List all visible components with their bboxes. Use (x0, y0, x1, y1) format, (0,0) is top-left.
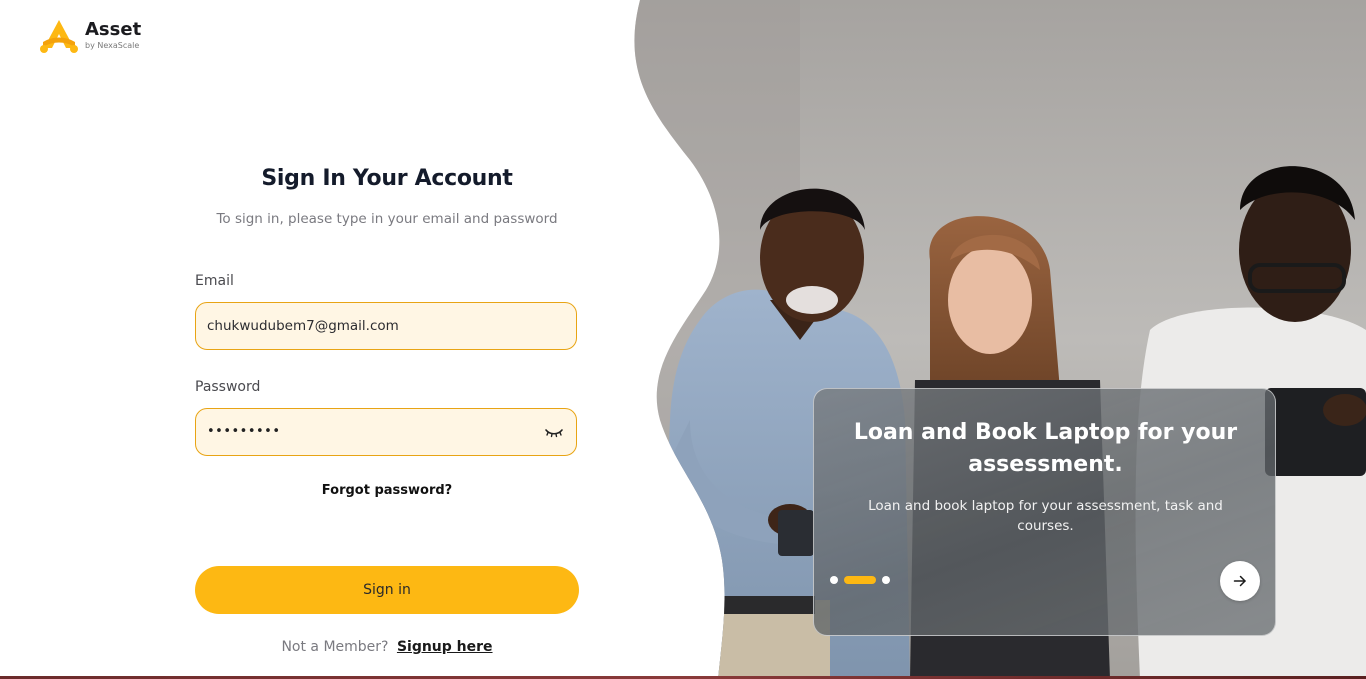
signup-prompt: Not a Member? Signup here (195, 639, 579, 655)
member-prompt-text: Not a Member? (281, 639, 389, 655)
logo-icon (40, 20, 78, 53)
carousel-dot-1[interactable] (830, 576, 838, 584)
arrow-right-icon (1233, 575, 1246, 587)
carousel-dot-3[interactable] (882, 576, 890, 584)
eye-closed-icon[interactable] (544, 424, 564, 440)
promo-description: Loan and book laptop for your assessment… (868, 498, 1223, 534)
sign-in-page: Asset by NexaScale Sign In Your Account … (0, 0, 1366, 679)
promo-title: Loan and Book Laptop for your assessment… (853, 420, 1238, 477)
email-label: Email (195, 273, 234, 289)
brand-name: Asset (85, 19, 142, 40)
carousel-indicators (830, 576, 890, 584)
carousel-dot-2[interactable] (844, 576, 876, 584)
carousel-next-button[interactable] (1220, 561, 1260, 601)
page-subtitle: To sign in, please type in your email an… (216, 211, 558, 227)
forgot-password-link[interactable]: Forgot password? (195, 483, 579, 498)
password-label: Password (195, 379, 261, 395)
brand-logo[interactable]: Asset by NexaScale (39, 18, 141, 54)
signup-link[interactable]: Signup here (397, 639, 493, 655)
password-value[interactable]: ••••••••• (207, 409, 281, 455)
email-value[interactable]: chukwudubem7@gmail.com (207, 303, 399, 349)
password-field[interactable]: ••••••••• (195, 408, 577, 456)
sign-in-button[interactable]: Sign in (195, 566, 579, 614)
email-field[interactable]: chukwudubem7@gmail.com (195, 302, 577, 350)
brand-tagline: by NexaScale (85, 41, 140, 50)
promo-card: Loan and Book Laptop for your assessment… (813, 388, 1276, 636)
logo-text: Asset by NexaScale (85, 18, 141, 51)
page-title: Sign In Your Account (261, 166, 513, 191)
